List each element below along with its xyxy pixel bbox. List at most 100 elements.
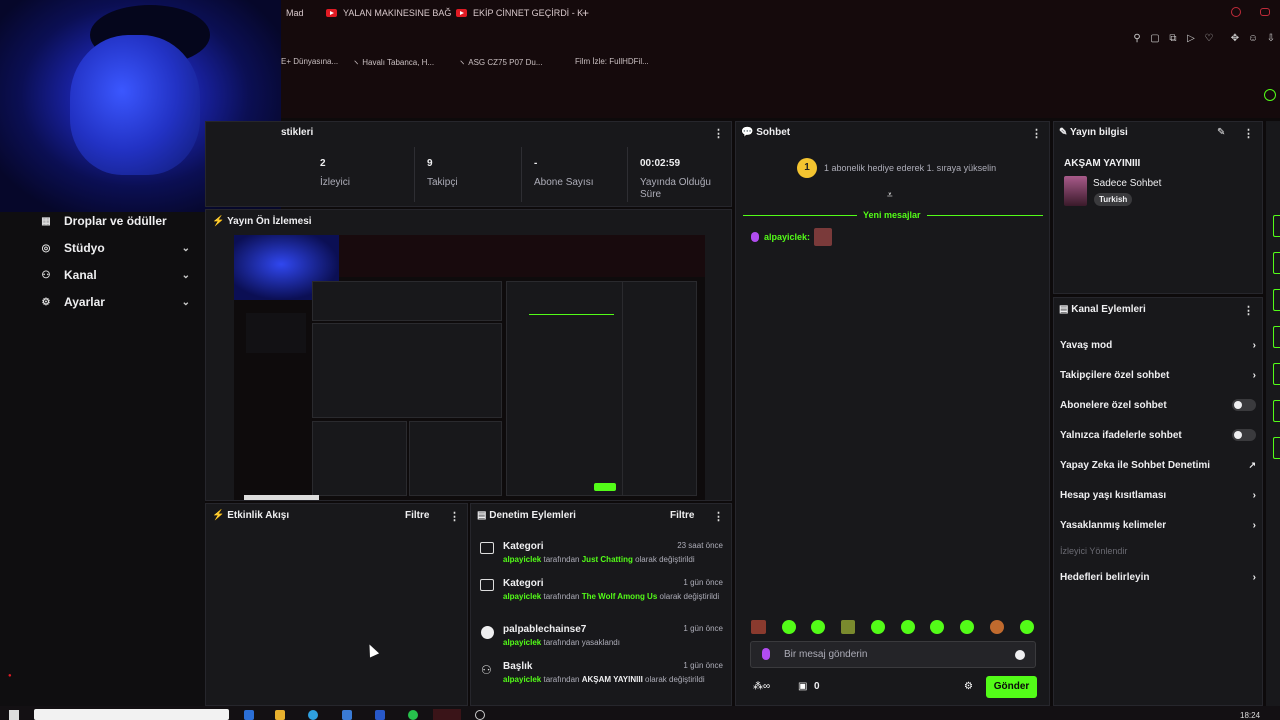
side-control[interactable] [1273,289,1280,311]
taskbar-app-icon[interactable] [244,710,254,720]
new-messages-label: Yeni mesajlar [857,210,927,220]
bookmark-item[interactable]: E+ Dünyasına... [281,57,338,66]
taskbar-active-app[interactable] [433,709,461,720]
browser-icon[interactable] [308,710,318,720]
action-ai-moderation[interactable]: Yapay Zeka ile Sohbet Denetimi ↗ [1060,458,1256,472]
chat-panel [735,121,1050,706]
sidebar-item-settings[interactable]: ⚙ Ayarlar ⌄ [40,293,190,311]
taskbar-search[interactable] [34,709,229,720]
windows-start-icon[interactable] [9,710,19,720]
side-control[interactable] [1273,400,1280,422]
stat-subscribers: - Abone Sayısı [534,158,594,188]
whatsapp-icon[interactable] [408,710,418,720]
mic-icon[interactable] [762,648,770,660]
record-icon[interactable] [1231,7,1241,17]
language-tag: Turkish [1094,193,1133,206]
external-link-icon: ↗ [1248,459,1256,470]
profile-icon[interactable]: ☺ [1247,33,1259,45]
emote-icon[interactable] [1020,620,1034,634]
download-icon[interactable]: ⇩ [1265,33,1277,45]
side-control[interactable] [1273,252,1280,274]
emote-icon[interactable] [901,620,915,634]
play-icon[interactable]: ▷ [1185,33,1197,45]
preview-progress [244,495,319,500]
infinity-icon[interactable]: ⁂∞ [753,681,770,692]
scroll-down-icon[interactable]: ⩡ [887,190,893,201]
browser-tab[interactable]: EKİP CİNNET GEÇİRDİ - K [456,6,583,20]
extensions-icon[interactable]: ✥ [1229,33,1241,45]
action-host: İzleyici Yönlendir [1060,546,1128,556]
chevron-down-icon[interactable]: ⌄ [182,297,190,308]
category-icon [480,542,494,554]
mic-badge-icon [751,232,759,242]
emoji-icon[interactable] [1015,650,1025,660]
stream-category[interactable]: Sadece Sohbet [1093,178,1161,189]
store-icon[interactable] [342,710,352,720]
gift-icon[interactable]: ▣ [798,681,807,692]
emote-icon[interactable] [960,620,974,634]
kebab-menu-icon[interactable]: ⋮ [1243,304,1254,317]
action-followers-only[interactable]: Takipçilere özel sohbet › [1060,368,1256,382]
kebab-menu-icon[interactable]: ⋮ [1031,127,1042,140]
activity-filter-button[interactable]: Filtre [405,510,429,521]
modlog-title: ▤ Denetim Eylemleri [477,510,576,521]
gift-badge[interactable]: 1 [797,158,817,178]
emote-icon[interactable] [990,620,1004,634]
folder-icon[interactable] [275,710,285,720]
modlog-item: Kategori 23 saat önce alpayiclek tarafınd… [480,541,723,565]
preview-chat-line [529,314,614,315]
chat-settings-icon[interactable]: ⚙ [964,681,973,692]
new-tab-button[interactable]: + [582,6,589,20]
side-control[interactable] [1273,437,1280,459]
kebab-menu-icon[interactable]: ⋮ [449,510,460,523]
side-control[interactable] [1273,215,1280,237]
kebab-menu-icon[interactable]: ⋮ [1243,127,1254,140]
sidebar-item-drops[interactable]: ▦ Droplar ve ödüller [40,212,190,230]
emote-icon[interactable] [782,620,796,634]
bookmark-item[interactable]: ヽ ASG CZ75 P07 Du... [458,57,543,68]
pin-icon[interactable]: ⚲ [1131,33,1143,45]
emote-icon[interactable] [871,620,885,634]
emote-icon[interactable] [841,620,855,634]
status-icon[interactable] [1264,89,1276,101]
category-thumbnail[interactable] [1064,176,1087,206]
screenshot-icon[interactable]: ▢ [1149,33,1161,45]
obs-icon[interactable] [475,710,485,720]
mail-icon[interactable] [375,710,385,720]
action-banned-words[interactable]: Yasaklanmış kelimeler › [1060,518,1256,532]
emote-only-toggle[interactable] [1232,429,1256,441]
window-icon[interactable] [1260,8,1270,16]
sidebar-item-channel[interactable]: ⚇ Kanal ⌄ [40,266,190,284]
heart-icon[interactable]: ♡ [1203,33,1215,45]
kebab-menu-icon[interactable]: ⋮ [713,127,724,140]
chevron-down-icon[interactable]: ⌄ [182,270,190,281]
chevron-down-icon[interactable]: ⌄ [182,243,190,254]
preview-stats [312,281,502,321]
browser-tab[interactable]: Mad [286,6,304,20]
action-account-age[interactable]: Hesap yaşı kısıtlaması › [1060,488,1256,502]
copy-icon[interactable]: ⧉ [1167,33,1179,45]
stream-info-title: ✎ Yayın bilgisi [1059,127,1128,138]
modlog-filter-button[interactable]: Filtre [670,510,694,521]
action-set-goals[interactable]: Hedefleri belirleyin › [1060,570,1256,584]
emote-picker-icon[interactable] [751,620,766,634]
send-button[interactable]: Gönder [986,676,1037,698]
tab-label: EKİP CİNNET GEÇİRDİ - K [473,8,584,18]
subscribers-only-toggle[interactable] [1232,399,1256,411]
emote-icon[interactable] [811,620,825,634]
bookmark-item[interactable]: ヽ Havalı Tabanca, H... [352,57,434,68]
stream-info-panel [1053,121,1263,294]
action-slow-mode[interactable]: Yavaş mod › [1060,338,1256,352]
stream-preview-video[interactable] [234,235,705,500]
bookmark-item[interactable]: Film İzle: FullHDFil... [575,57,649,66]
emote-icon[interactable] [930,620,944,634]
sidebar-item-studio[interactable]: ◎ Stüdyo ⌄ [40,239,190,257]
preview-nested [312,323,502,418]
side-control[interactable] [1273,363,1280,385]
stream-title: AKŞAM YAYINIII [1064,158,1141,169]
edit-icon[interactable]: ✎ [1217,127,1225,138]
chat-username[interactable]: alpayiclek: [764,232,810,242]
side-control[interactable] [1273,326,1280,348]
kebab-menu-icon[interactable]: ⋮ [713,510,724,523]
browser-tab[interactable]: YALAN MAKINESINE BAĞ [326,6,451,20]
